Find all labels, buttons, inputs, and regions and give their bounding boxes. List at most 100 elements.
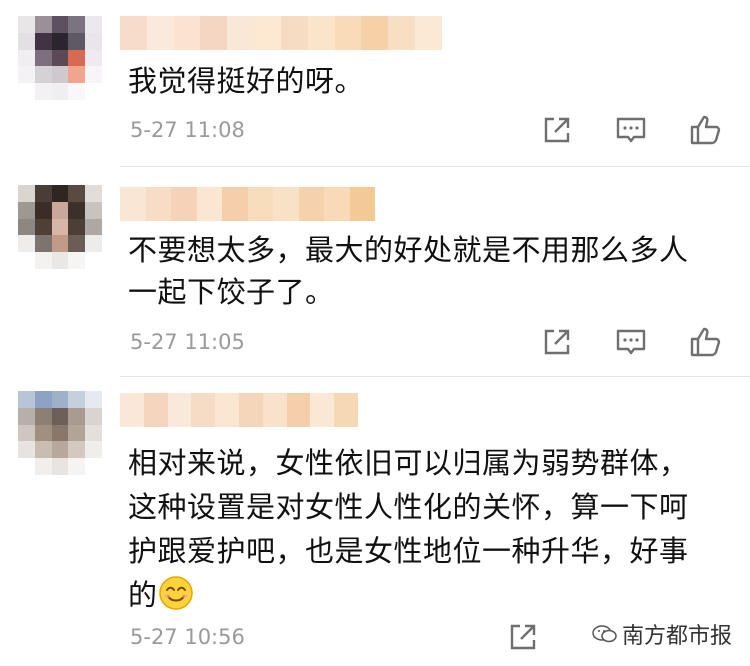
avatar-pixel xyxy=(18,49,35,67)
avatar-pixel xyxy=(68,201,86,219)
comment-item-2: 不要想太多，最大的好处就是不用那么多人 一起下饺子了。 5-27 11:05 xyxy=(0,167,750,377)
like-icon[interactable] xyxy=(688,325,722,359)
username-pixel xyxy=(280,16,308,50)
username-pixel xyxy=(227,16,255,50)
avatar-pixel xyxy=(51,391,69,408)
avatar-pixel xyxy=(18,424,35,442)
username-pixel xyxy=(173,16,201,50)
avatar-pixel xyxy=(34,458,52,475)
avatar-pixel xyxy=(34,391,52,408)
username-pixel xyxy=(310,393,335,427)
avatar-pixel xyxy=(68,66,86,84)
avatar-pixel xyxy=(18,391,35,408)
username-pixel xyxy=(349,187,375,221)
username-pixel xyxy=(146,16,174,50)
comment-icon[interactable] xyxy=(614,113,648,147)
share-icon[interactable] xyxy=(540,325,574,359)
avatar-pixel xyxy=(18,66,35,84)
share-icon[interactable] xyxy=(540,113,574,147)
avatar-pixel xyxy=(51,458,69,475)
comment-icon[interactable] xyxy=(614,325,648,359)
avatar-pixel xyxy=(85,83,102,100)
username-pixel xyxy=(120,393,144,427)
avatar-pixel xyxy=(34,83,52,100)
avatar-pixel xyxy=(51,16,69,33)
avatar[interactable] xyxy=(18,185,102,269)
comment-text: 相对来说，女性依旧可以归属为弱势群体， 这种设置是对女性人性化的关怀，算一下呵 … xyxy=(128,441,728,617)
avatar-pixel xyxy=(34,441,52,459)
avatar-pixel xyxy=(34,185,52,202)
comment-text-line: 不要想太多，最大的好处就是不用那么多人 xyxy=(128,233,689,267)
username-pixel xyxy=(247,187,273,221)
avatar-pixel xyxy=(51,218,69,236)
avatar-pixel xyxy=(51,407,69,425)
avatar-pixel xyxy=(18,32,35,50)
avatar-pixel xyxy=(51,252,69,269)
avatar-pixel xyxy=(18,218,35,236)
avatar-pixel xyxy=(68,235,86,253)
username-blurred[interactable] xyxy=(120,187,375,221)
avatar-pixel xyxy=(34,407,52,425)
username-pixel xyxy=(196,187,222,221)
avatar-pixel xyxy=(34,252,52,269)
avatar-pixel xyxy=(85,424,102,442)
comment-actions xyxy=(506,620,540,654)
comment-item-1: 我觉得挺好的呀。 5-27 11:08 xyxy=(0,0,750,166)
username-pixel xyxy=(167,393,192,427)
username-pixel xyxy=(361,16,389,50)
avatar-pixel xyxy=(34,66,52,84)
avatar-pixel xyxy=(51,201,69,219)
avatar-pixel xyxy=(68,185,86,202)
avatar-pixel xyxy=(85,32,102,50)
wechat-icon xyxy=(592,625,617,643)
watermark-text: 南方都市报 xyxy=(621,624,732,649)
watermark: 南方都市报 xyxy=(592,618,732,650)
username-pixel xyxy=(120,16,147,50)
username-pixel xyxy=(334,16,362,50)
comment-text-line: 这种设置是对女性人性化的关怀，算一下呵 xyxy=(128,490,689,524)
avatar-pixel xyxy=(18,83,35,100)
avatar-pixel xyxy=(68,458,86,475)
username-pixel xyxy=(298,187,324,221)
avatar-pixel xyxy=(18,16,35,33)
comment-actions xyxy=(540,113,722,147)
avatar-pixel xyxy=(85,66,102,84)
avatar-pixel xyxy=(51,66,69,84)
avatar-pixel xyxy=(18,252,35,269)
username-pixel xyxy=(334,393,358,427)
comment-text: 不要想太多，最大的好处就是不用那么多人 一起下饺子了。 xyxy=(128,229,728,313)
avatar-pixel xyxy=(51,49,69,67)
avatar[interactable] xyxy=(18,16,102,100)
avatar-pixel xyxy=(85,49,102,67)
smile-emoji-icon xyxy=(158,576,193,610)
avatar-pixel xyxy=(34,218,52,236)
avatar-pixel xyxy=(18,407,35,425)
avatar-pixel xyxy=(68,252,86,269)
avatar-pixel xyxy=(18,441,35,459)
comment-actions xyxy=(540,325,722,359)
avatar-pixel xyxy=(34,16,52,33)
avatar-pixel xyxy=(51,185,69,202)
username-pixel xyxy=(222,187,248,221)
avatar-pixel xyxy=(85,252,102,269)
comment-text: 我觉得挺好的呀。 xyxy=(128,60,728,102)
avatar-pixel xyxy=(85,185,102,202)
avatar-pixel xyxy=(85,235,102,253)
avatar-pixel xyxy=(18,235,35,253)
username-pixel xyxy=(415,16,442,50)
like-icon[interactable] xyxy=(688,113,722,147)
comment-timestamp: 5-27 11:08 xyxy=(130,118,245,142)
username-blurred[interactable] xyxy=(120,393,358,427)
username-blurred[interactable] xyxy=(120,16,442,50)
avatar[interactable] xyxy=(18,391,102,475)
avatar-pixel xyxy=(85,458,102,475)
avatar-pixel xyxy=(68,32,86,50)
username-pixel xyxy=(120,187,146,221)
avatar-pixel xyxy=(34,235,52,253)
comment-text-line: 相对来说，女性依旧可以归属为弱势群体， xyxy=(128,446,689,480)
avatar-pixel xyxy=(85,16,102,33)
comment-text-line: 的 xyxy=(128,573,728,617)
share-icon[interactable] xyxy=(506,620,540,654)
username-pixel xyxy=(215,393,239,427)
avatar-pixel xyxy=(51,235,69,253)
